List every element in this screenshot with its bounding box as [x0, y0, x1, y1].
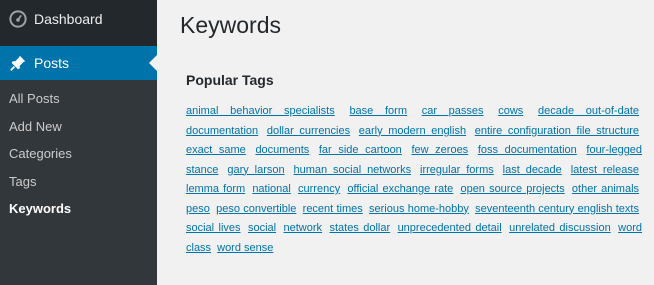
submenu-categories[interactable]: Categories — [0, 140, 157, 168]
tag-link[interactable]: national — [252, 183, 291, 195]
tag-link[interactable]: lemma form — [186, 183, 245, 195]
gauge-icon — [8, 9, 28, 29]
tag-link[interactable]: currency — [298, 183, 340, 195]
tag-link[interactable]: foss documentation — [478, 144, 577, 156]
tag-link[interactable]: peso — [186, 203, 210, 215]
popular-tags-heading: Popular Tags — [186, 72, 274, 88]
tag-link[interactable]: documents — [255, 144, 309, 156]
submenu-tags[interactable]: Tags — [0, 168, 157, 196]
tag-link[interactable]: unprecedented detail — [398, 222, 502, 234]
tag-link[interactable]: other animals — [572, 183, 639, 195]
tag-link[interactable]: gary larson — [227, 164, 284, 176]
tag-link[interactable]: documentation — [186, 125, 258, 137]
tag-link[interactable]: open source projects — [460, 183, 564, 195]
tag-link[interactable]: seventeenth century english texts — [475, 203, 639, 215]
tag-link[interactable]: exact same — [186, 144, 246, 156]
tag-link[interactable]: decade out-of-date — [538, 105, 639, 117]
menu-dashboard[interactable]: Dashboard — [0, 0, 157, 38]
tag-link[interactable]: far side cartoon — [319, 144, 402, 156]
tag-link[interactable]: few zeroes — [411, 144, 468, 156]
tag-link[interactable]: recent times — [303, 203, 363, 215]
menu-posts-label: Posts — [34, 55, 70, 71]
tag-link[interactable]: car passes — [422, 105, 484, 117]
submenu-all-posts[interactable]: All Posts — [0, 85, 157, 113]
tag-link[interactable]: latest release — [571, 164, 639, 176]
tag-link[interactable]: serious home-hobby — [369, 203, 469, 215]
submenu-add-new[interactable]: Add New — [0, 113, 157, 141]
tag-link[interactable]: social lives — [186, 222, 241, 234]
tag-link[interactable]: social — [248, 222, 276, 234]
tag-link[interactable]: entire configuration file structure — [475, 125, 639, 137]
tag-link[interactable]: animal behavior specialists — [186, 105, 335, 117]
tag-link[interactable]: unrelated discussion — [509, 222, 611, 234]
page-title: Keywords — [180, 12, 281, 38]
tag-link[interactable]: human social networks — [294, 164, 412, 176]
menu-dashboard-label: Dashboard — [34, 11, 103, 27]
main-content: Keywords Popular Tags animal behavior sp… — [180, 0, 654, 254]
tag-link[interactable]: base form — [349, 105, 407, 117]
posts-submenu: All Posts Add New Categories Tags Keywor… — [0, 80, 157, 285]
tag-link[interactable]: official exchange rate — [347, 183, 453, 195]
pushpin-icon — [8, 53, 28, 73]
tag-link[interactable]: peso convertible — [216, 203, 296, 215]
tag-link[interactable]: dollar currencies — [267, 125, 350, 137]
tag-link[interactable]: states dollar — [329, 222, 390, 234]
tag-link[interactable]: early modern english — [359, 125, 466, 137]
tag-link[interactable]: cows — [498, 105, 523, 117]
menu-posts[interactable]: Posts — [0, 46, 157, 80]
tag-link[interactable]: network — [284, 222, 323, 234]
tag-link[interactable]: last decade — [503, 164, 562, 176]
tag-link[interactable]: irregular forms — [420, 164, 494, 176]
tag-link[interactable]: word sense — [217, 242, 273, 254]
tag-cloud: animal behavior specialists base form ca… — [186, 102, 642, 258]
admin-sidebar: Dashboard Posts All Posts Add New Catego… — [0, 0, 157, 285]
submenu-keywords[interactable]: Keywords — [0, 195, 157, 223]
